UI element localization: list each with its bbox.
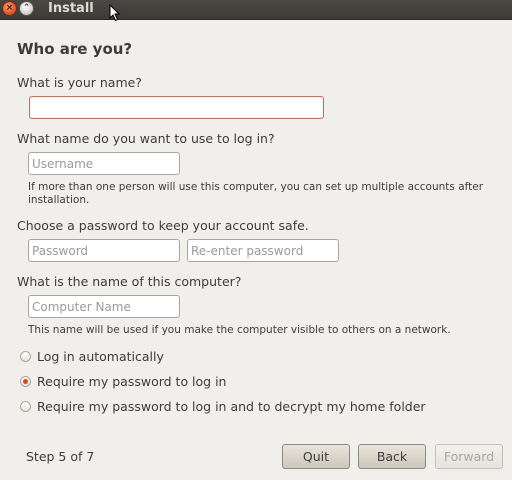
close-icon[interactable]: × <box>2 1 17 16</box>
password-input[interactable] <box>28 239 180 262</box>
minimize-icon[interactable]: ⌃ <box>19 1 34 16</box>
mouse-pointer-icon <box>109 4 121 22</box>
computer-name-label: What is the name of this computer? <box>17 274 242 289</box>
radio-button-selected[interactable] <box>20 376 31 387</box>
username-hint: If more than one person will use this co… <box>28 181 484 206</box>
radio-button[interactable] <box>20 401 31 412</box>
username-input[interactable] <box>28 152 180 175</box>
step-indicator: Step 5 of 7 <box>26 449 95 464</box>
username-label: What name do you want to use to log in? <box>17 131 275 146</box>
forward-button[interactable]: Forward <box>435 444 503 469</box>
computer-name-hint: This name will be used if you make the c… <box>28 324 451 336</box>
name-label: What is your name? <box>17 75 142 90</box>
radio-button[interactable] <box>20 351 31 362</box>
page-title: Who are you? <box>17 40 133 58</box>
radio-label: Require my password to log in and to dec… <box>37 399 426 414</box>
radio-label: Require my password to log in <box>37 374 227 389</box>
window-title: Install <box>48 1 94 16</box>
name-input[interactable] <box>29 96 324 119</box>
password-label: Choose a password to keep your account s… <box>17 218 309 233</box>
radio-label: Log in automatically <box>37 349 164 364</box>
window-titlebar[interactable]: × ⌃ Install <box>0 0 512 20</box>
password-confirm-input[interactable] <box>187 239 339 262</box>
computer-name-input[interactable] <box>28 295 180 318</box>
quit-button[interactable]: Quit <box>282 444 350 469</box>
back-button[interactable]: Back <box>358 444 426 469</box>
